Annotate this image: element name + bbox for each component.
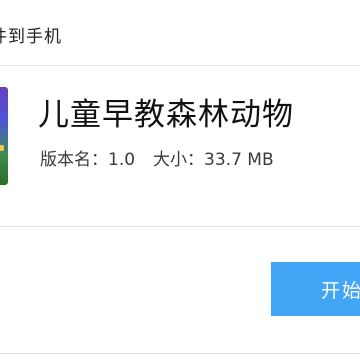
app-name: 儿童早教森林动物 (38, 97, 294, 133)
size-label: 大小： (153, 150, 205, 170)
app-icon (0, 87, 8, 185)
title-bar: 件到手机 (0, 0, 360, 66)
version-label: 版本名： (40, 150, 108, 170)
dialog-footer: 开始 (0, 228, 360, 360)
dialog-title: 件到手机 (0, 27, 62, 47)
version-value: 1.0 (108, 150, 136, 170)
divider (0, 353, 360, 354)
start-button-label: 开始 (321, 279, 360, 302)
start-button[interactable]: 开始 (271, 262, 360, 316)
app-meta: 版本名：1.0 大小：33.7 MB (40, 145, 274, 170)
app-info-panel: 儿童早教森林动物 版本名：1.0 大小：33.7 MB (0, 67, 360, 227)
size-value: 33.7 MB (204, 150, 274, 170)
install-to-phone-dialog: 件到手机 儿童早教森林动物 版本名：1.0 大小：33.7 MB 开始 (0, 0, 360, 360)
